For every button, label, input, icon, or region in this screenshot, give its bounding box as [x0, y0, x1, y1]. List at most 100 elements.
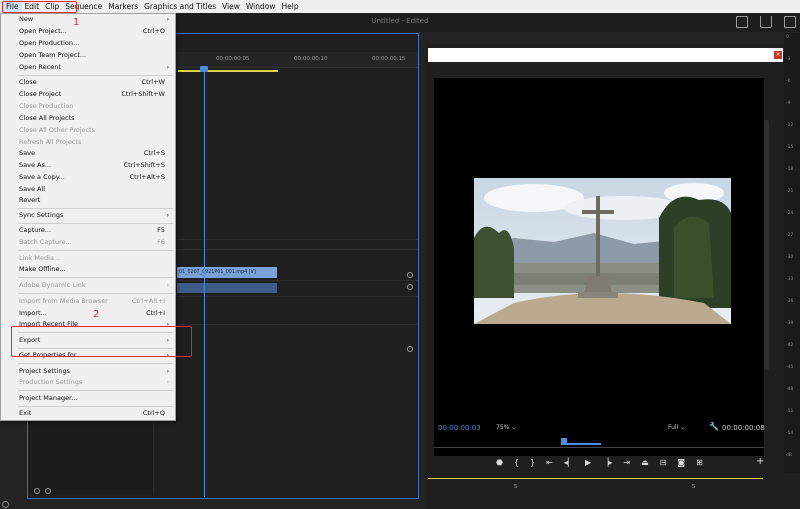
marker-s-label: S	[514, 484, 518, 490]
premiere-window: File Edit Clip Sequence Markers Graphics…	[0, 0, 800, 509]
step-back-icon[interactable]: ◂▏	[564, 458, 574, 467]
menu-item-open-project[interactable]: Open Project... Ctrl+O	[2, 26, 175, 37]
scroll-handle-icon[interactable]	[407, 346, 413, 352]
menu-item-close-project[interactable]: Close Project Ctrl+Shift+W	[2, 89, 175, 100]
timecode-label: 00:00:00:15	[372, 56, 406, 62]
menu-item-save-as[interactable]: Save As... Ctrl+Shift+S	[2, 160, 175, 171]
menu-item-open-recent[interactable]: Open Recent ›	[2, 62, 175, 73]
meter-label: -24	[786, 211, 794, 216]
menu-item-project-manager[interactable]: Project Manager...	[2, 393, 175, 404]
menu-item-capture[interactable]: Capture... F5	[2, 225, 175, 236]
menu-item-project-settings[interactable]: Project Settings ›	[2, 366, 175, 377]
video-clip[interactable]: 01_0207_0921P01_001.mp4 [V]	[177, 267, 277, 278]
play-icon[interactable]: ▶	[585, 458, 591, 467]
zoom-handle-icon[interactable]	[45, 488, 51, 494]
menu-item-label: Link Media...	[19, 254, 61, 262]
program-scrollbar[interactable]	[764, 120, 769, 370]
menu-markers[interactable]: Markers	[105, 0, 141, 13]
menu-help[interactable]: Help	[278, 0, 301, 13]
menu-separator	[18, 277, 173, 278]
menu-item-label: Close Project	[19, 90, 62, 98]
scroll-handle-icon[interactable]	[407, 272, 413, 278]
menu-item-label: Project Manager...	[19, 394, 78, 402]
meter-label: -54	[786, 431, 794, 436]
menu-item-new[interactable]: New ›	[2, 14, 175, 25]
menu-item-label: Save	[19, 149, 35, 157]
menu-separator	[18, 250, 173, 251]
menu-graphics-and-titles[interactable]: Graphics and Titles	[141, 0, 219, 13]
shortcut-label: Ctrl+W	[141, 78, 165, 86]
menu-item-close-all-projects[interactable]: Close All Projects	[2, 113, 175, 124]
zoom-select[interactable]: 75% ⌄	[496, 424, 516, 431]
menu-item-make-offline[interactable]: Make Offline...	[2, 264, 175, 275]
shortcut-label: Ctrl+S	[143, 149, 165, 157]
menu-item-close[interactable]: Close Ctrl+W	[2, 77, 175, 88]
submenu-arrow-icon: ›	[166, 16, 169, 23]
add-marker-icon[interactable]: ⬣	[496, 458, 503, 467]
menu-separator	[18, 208, 173, 209]
transport-controls: ⬣ { } ⇤ ◂▏ ▶ ▕▸ ⇥ ⏏ ⊟ ◙ ⊞	[496, 456, 766, 468]
menu-item-save-all[interactable]: Save All	[2, 184, 175, 195]
extract-icon[interactable]: ⊟	[660, 458, 667, 467]
comparison-view-icon[interactable]: ⊞	[696, 458, 703, 467]
menu-item-label: Save a Copy...	[19, 173, 65, 181]
zoom-handle-icon[interactable]	[34, 488, 40, 494]
in-out-range	[561, 443, 601, 445]
meter-label: -36	[786, 299, 794, 304]
button-editor-plus-icon[interactable]: +	[756, 456, 764, 467]
go-to-out-icon[interactable]: ⇥	[623, 458, 630, 467]
menu-item-label: Exit	[19, 409, 32, 417]
menu-item-save-a-copy[interactable]: Save a Copy... Ctrl+Alt+S	[2, 172, 175, 183]
menu-item-label: Revert	[19, 196, 41, 204]
program-playhead[interactable]	[561, 438, 567, 444]
scroll-handle-icon[interactable]	[407, 284, 413, 290]
program-header-bar[interactable]	[428, 48, 783, 62]
menu-item-label: Capture...	[19, 226, 52, 234]
menu-item-open-team-project[interactable]: Open Team Project...	[2, 50, 175, 61]
current-timecode[interactable]: 00:00:00:03	[438, 424, 481, 432]
shortcut-label: Ctrl+Shift+S	[123, 161, 165, 169]
mark-out-icon[interactable]: }	[530, 458, 535, 467]
annotation-number: 2	[93, 309, 100, 320]
menu-item-exit[interactable]: Exit Ctrl+Q	[2, 408, 175, 419]
menu-item-label: Save As...	[19, 161, 52, 169]
quick-export-icon[interactable]	[736, 16, 748, 28]
menu-item-label: Batch Capture...	[19, 238, 72, 246]
submenu-arrow-icon: ›	[166, 368, 169, 375]
video-frame-image	[474, 178, 731, 324]
menu-item-revert[interactable]: Revert	[2, 195, 175, 206]
close-icon[interactable]: ×	[774, 51, 782, 59]
meter-label: -9	[786, 101, 791, 106]
fullscreen-icon[interactable]	[784, 16, 796, 28]
meter-label: -18	[786, 167, 794, 172]
export-frame-icon[interactable]: ◙	[677, 458, 685, 467]
menu-item-save[interactable]: Save Ctrl+S	[2, 148, 175, 159]
step-forward-icon[interactable]: ▕▸	[602, 458, 612, 467]
meter-label: -42	[786, 343, 794, 348]
menu-item-label: Project Settings	[19, 367, 70, 375]
playhead-line	[204, 67, 205, 497]
submenu-arrow-icon: ›	[166, 379, 169, 386]
menu-item-sync-settings[interactable]: Sync Settings ›	[2, 210, 175, 221]
chevron-down-icon: ⌄	[511, 424, 517, 431]
menu-item-label: Production Settings	[19, 378, 83, 386]
work-area-bar[interactable]	[178, 70, 278, 72]
quality-select[interactable]: Full ⌄	[668, 424, 685, 431]
video-canvas[interactable]	[434, 78, 764, 456]
mark-in-icon[interactable]: {	[514, 458, 519, 467]
menu-window[interactable]: Window	[243, 0, 279, 13]
menu-item-label: Open Project...	[19, 27, 67, 35]
lift-icon[interactable]: ⏏	[641, 458, 649, 467]
video-frame	[474, 178, 731, 324]
audio-clip[interactable]	[177, 283, 277, 293]
menu-item-open-production[interactable]: Open Production...	[2, 38, 175, 49]
menu-view[interactable]: View	[219, 0, 243, 13]
shortcut-label: Ctrl+Q	[142, 409, 165, 417]
marker-s-label: S	[692, 484, 696, 490]
menu-item-import[interactable]: Import... Ctrl+I	[2, 308, 175, 319]
settings-wrench-icon[interactable]: 🔧	[709, 422, 719, 431]
go-to-in-icon[interactable]: ⇤	[546, 458, 553, 467]
menu-item-label: Open Production...	[19, 39, 80, 47]
menu-separator	[18, 363, 173, 364]
share-icon[interactable]	[760, 16, 772, 28]
